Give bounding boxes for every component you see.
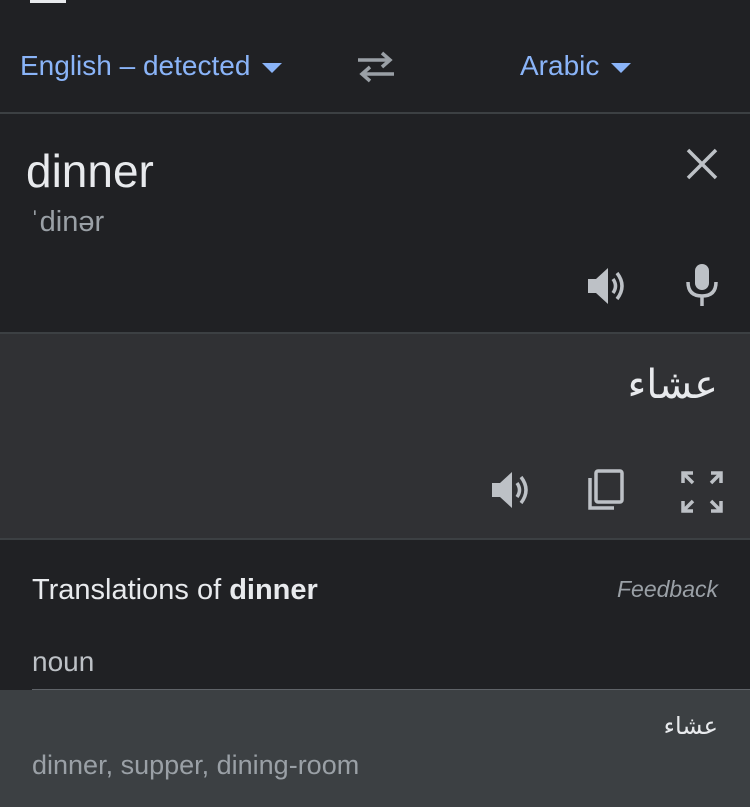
speaker-icon[interactable] xyxy=(584,264,628,308)
source-language-selector[interactable]: English – detected xyxy=(20,46,283,86)
source-language-label: English – detected xyxy=(20,50,251,81)
translation-entry-row[interactable]: عشاء dinner, supper, dining-room xyxy=(0,690,750,807)
target-language-selector[interactable]: Arabic xyxy=(520,46,632,86)
copy-icon[interactable] xyxy=(584,468,626,512)
speaker-icon[interactable] xyxy=(488,468,532,512)
language-bar: English – detected Arabic xyxy=(0,0,750,114)
translation-entry-synonyms: dinner, supper, dining-room xyxy=(32,750,360,780)
source-text-input[interactable]: dinner xyxy=(26,144,154,198)
translations-section: Translations of dinner Feedback noun عشا… xyxy=(0,540,750,807)
feedback-link[interactable]: Feedback xyxy=(617,576,718,603)
chevron-down-icon xyxy=(262,63,283,73)
clear-icon[interactable] xyxy=(684,146,720,182)
fullscreen-icon[interactable] xyxy=(680,470,724,514)
translation-panel: عشاء xyxy=(0,334,750,540)
part-of-speech-label: noun xyxy=(32,646,95,677)
target-language-label: Arabic xyxy=(520,50,600,81)
source-panel: dinner ˈdinər xyxy=(0,114,750,334)
translations-heading: Translations of dinner xyxy=(32,574,318,607)
translate-screen: English – detected Arabic dinner ˈdinər xyxy=(0,0,750,807)
swap-languages-icon[interactable] xyxy=(354,48,398,84)
source-phonetic: ˈdinər xyxy=(30,206,105,238)
translation-text: عشاء xyxy=(627,363,718,407)
chevron-down-icon xyxy=(611,63,632,73)
translation-entry-word: عشاء xyxy=(663,713,718,740)
microphone-icon[interactable] xyxy=(684,262,720,308)
cropped-toolbar-edge xyxy=(30,0,66,3)
translations-heading-word: dinner xyxy=(229,574,318,606)
translations-heading-prefix: Translations of xyxy=(32,574,222,606)
